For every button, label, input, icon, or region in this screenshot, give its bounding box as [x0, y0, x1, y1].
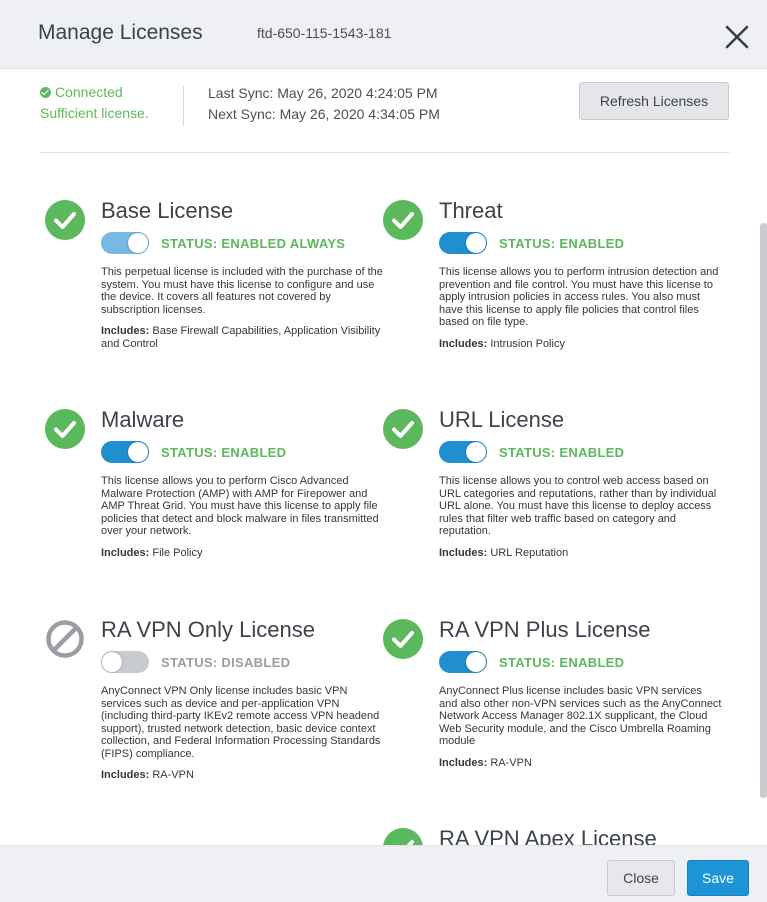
- license-includes: Includes: RA-VPN: [439, 756, 532, 769]
- divider: [183, 86, 184, 126]
- license-includes: Includes: URL Reputation: [439, 546, 569, 559]
- next-sync: Next Sync: May 26, 2020 4:34:05 PM: [208, 106, 440, 122]
- check-circle-icon: [383, 409, 423, 449]
- dialog-header: Manage Licenses ftd-650-115-1543-181: [0, 0, 767, 69]
- device-id: ftd-650-115-1543-181: [257, 25, 392, 41]
- check-circle-icon: [383, 200, 423, 240]
- check-circle-icon: [45, 409, 85, 449]
- license-description: AnyConnect Plus license includes basic V…: [439, 685, 722, 747]
- license-name: RA VPN Only License: [101, 617, 315, 642]
- status-label: STATUS: ENABLED: [499, 235, 625, 251]
- status-label: STATUS: ENABLED: [161, 444, 287, 460]
- license-toggle[interactable]: [101, 232, 149, 254]
- license-card-ra-vpn-only: RA VPN Only License STATUS: DISABLED Any…: [46, 617, 401, 782]
- disabled-circle-icon: [46, 620, 84, 658]
- status-label: STATUS: ENABLED: [499, 444, 625, 460]
- license-name: Malware: [101, 407, 185, 432]
- license-card-url: URL License STATUS: ENABLED This license…: [383, 407, 739, 559]
- license-description: This license allows you to perform intru…: [439, 266, 719, 328]
- check-circle-icon: [383, 828, 423, 845]
- save-button[interactable]: Save: [687, 860, 749, 896]
- license-name: RA VPN Plus License: [439, 617, 651, 642]
- license-list[interactable]: Base License STATUS: ENABLED ALWAYS This…: [0, 153, 767, 845]
- license-name: Base License: [101, 198, 234, 223]
- close-x-icon[interactable]: [722, 22, 752, 52]
- close-button[interactable]: Close: [607, 860, 675, 896]
- license-description: AnyConnect VPN Only license includes bas…: [101, 685, 381, 760]
- license-toggle[interactable]: [101, 441, 149, 463]
- dialog-title: Manage Licenses: [38, 21, 203, 44]
- license-card-ra-vpn-apex: RA VPN Apex License: [383, 826, 739, 845]
- license-includes: Includes: RA-VPN: [101, 769, 194, 781]
- refresh-licenses-button[interactable]: Refresh Licenses: [579, 82, 729, 120]
- license-toggle[interactable]: [439, 441, 487, 463]
- check-circle-icon: [383, 619, 423, 659]
- connection-status: Connected Sufficient license.: [40, 82, 149, 124]
- license-toggle[interactable]: [101, 651, 149, 673]
- license-card-malware: Malware STATUS: ENABLED This license all…: [45, 407, 401, 559]
- license-name: Threat: [439, 198, 503, 223]
- license-includes: Includes: Intrusion Policy: [439, 337, 565, 350]
- license-toggle[interactable]: [439, 232, 487, 254]
- license-includes: Includes: File Policy: [101, 546, 203, 559]
- status-label: STATUS: DISABLED: [161, 654, 291, 670]
- dialog-footer: Close Save: [0, 845, 767, 902]
- license-state-label: Sufficient license.: [40, 105, 149, 121]
- sync-info: Last Sync: May 26, 2020 4:24:05 PM Next …: [208, 83, 440, 125]
- license-name: URL License: [439, 407, 565, 432]
- license-description: This license allows you to control web a…: [439, 475, 717, 537]
- license-card-threat: Threat STATUS: ENABLED This license allo…: [383, 198, 739, 350]
- last-sync: Last Sync: May 26, 2020 4:24:05 PM: [208, 85, 438, 101]
- license-toggle[interactable]: [439, 651, 487, 673]
- license-card-base: Base License STATUS: ENABLED ALWAYS This…: [45, 198, 401, 350]
- license-includes: Includes: Base Firewall Capabilities, Ap…: [101, 325, 381, 350]
- status-label: STATUS: ENABLED ALWAYS: [161, 235, 346, 251]
- status-label: STATUS: ENABLED: [499, 654, 625, 670]
- license-card-ra-vpn-plus: RA VPN Plus License STATUS: ENABLED AnyC…: [383, 617, 739, 769]
- check-circle-icon: [45, 200, 85, 240]
- license-description: This perpetual license is included with …: [101, 266, 383, 316]
- connected-check-icon: [40, 87, 51, 98]
- scrollbar[interactable]: [760, 223, 767, 798]
- connected-label: Connected: [55, 84, 123, 100]
- license-description: This license allows you to perform Cisco…: [101, 475, 379, 537]
- license-name: RA VPN Apex License: [439, 826, 657, 845]
